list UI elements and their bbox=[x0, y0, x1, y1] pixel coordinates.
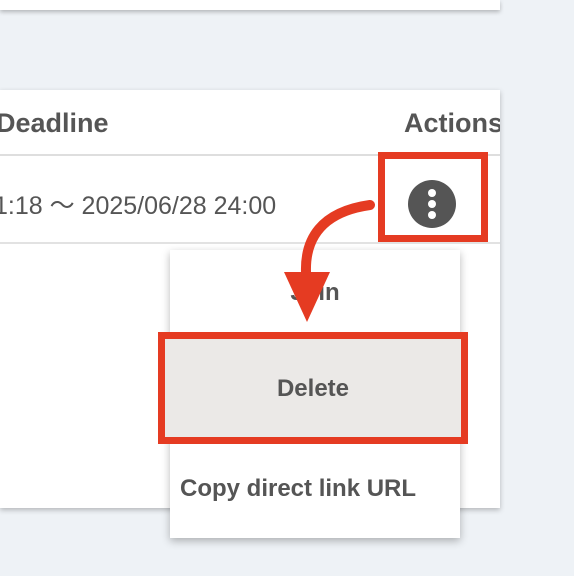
more-vertical-icon bbox=[428, 200, 436, 208]
column-header-actions: Actions bbox=[404, 108, 500, 138]
more-vertical-icon bbox=[428, 211, 436, 219]
menu-item-join[interactable]: Join bbox=[170, 278, 460, 308]
table-header-row: Deadline Actions bbox=[0, 90, 500, 156]
deadline-value: 1:18 ～ 2025/06/28 24:00 bbox=[0, 192, 277, 220]
column-header-deadline: Deadline bbox=[0, 108, 109, 138]
more-actions-button[interactable] bbox=[408, 180, 456, 228]
more-vertical-icon bbox=[428, 189, 436, 197]
menu-item-copy-link[interactable]: Copy direct link URL bbox=[180, 474, 460, 504]
menu-item-delete[interactable]: Delete bbox=[164, 338, 462, 440]
previous-card bbox=[0, 0, 500, 10]
